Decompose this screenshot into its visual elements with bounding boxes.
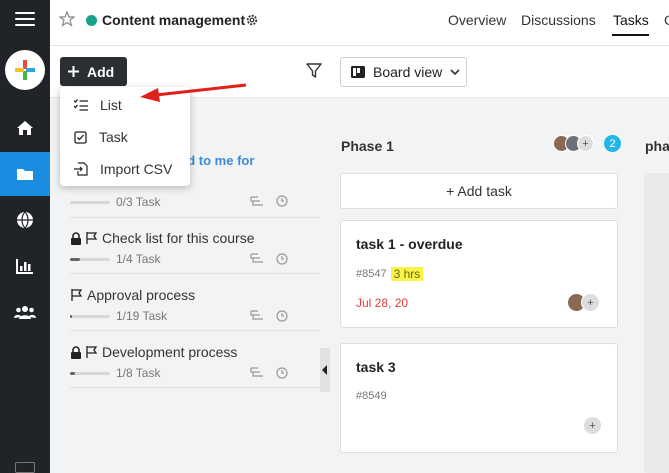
menu-item-label: Task bbox=[99, 129, 128, 145]
menu-item-task[interactable]: Task bbox=[60, 121, 190, 153]
task-count: 0/3 Task bbox=[116, 195, 161, 209]
progress-bar bbox=[70, 257, 110, 261]
list-row[interactable]: Approval process 1/19 Task bbox=[70, 275, 320, 331]
plus-icon bbox=[68, 66, 79, 77]
task-id: #8547 bbox=[356, 268, 387, 280]
add-assignee-icon[interactable]: + bbox=[581, 293, 600, 312]
task-count: 1/8 Task bbox=[116, 366, 161, 380]
phase-members[interactable]: + bbox=[553, 135, 594, 152]
menu-item-label: Import CSV bbox=[100, 161, 173, 177]
reports-chart-icon[interactable] bbox=[0, 244, 50, 288]
lock-icon bbox=[71, 345, 81, 359]
member-count-badge: 2 bbox=[604, 135, 621, 152]
list-title: Approval process bbox=[87, 287, 196, 303]
estimate-badge: 3 hrs bbox=[390, 267, 424, 281]
add-member-icon[interactable]: + bbox=[577, 135, 594, 152]
phase-column-body bbox=[644, 173, 669, 473]
list-row[interactable]: Check list for this course 1/4 Task bbox=[70, 218, 320, 274]
add-button-label: Add bbox=[87, 63, 115, 80]
clock-icon bbox=[276, 367, 288, 379]
flag-icon bbox=[86, 232, 98, 244]
filter-icon[interactable] bbox=[306, 63, 322, 79]
chevron-down-icon bbox=[450, 69, 460, 75]
tab-more[interactable]: C bbox=[664, 12, 669, 28]
list-icon bbox=[74, 99, 88, 111]
list-row[interactable]: Development process 1/8 Task bbox=[70, 332, 320, 388]
hamburger-menu-icon[interactable] bbox=[15, 12, 35, 28]
board-view-select[interactable]: Board view bbox=[340, 57, 467, 87]
add-assignee-icon[interactable]: + bbox=[583, 416, 602, 435]
add-button[interactable]: Add bbox=[60, 57, 127, 86]
project-color-dot bbox=[86, 15, 97, 26]
projects-folder-icon[interactable] bbox=[0, 152, 50, 196]
menu-item-import-csv[interactable]: Import CSV bbox=[60, 153, 190, 185]
menu-item-label: List bbox=[100, 97, 122, 113]
clock-icon bbox=[276, 310, 288, 322]
tab-tasks[interactable]: Tasks bbox=[613, 12, 649, 28]
progress-bar bbox=[70, 314, 110, 318]
flag-icon bbox=[71, 289, 83, 301]
board-view-icon bbox=[351, 66, 365, 78]
project-title: Content management bbox=[102, 12, 246, 28]
globe-icon[interactable] bbox=[0, 198, 50, 242]
favorite-star-icon[interactable] bbox=[59, 11, 75, 27]
clock-icon bbox=[276, 253, 288, 265]
phase-column: Phase 1 + 2 + Add task task 1 - overdue … bbox=[340, 98, 621, 473]
plus-logo-icon bbox=[15, 60, 35, 80]
progress-bar bbox=[70, 371, 110, 375]
import-file-icon bbox=[74, 162, 88, 176]
annotation-arrow-icon bbox=[140, 83, 247, 102]
active-tab-underline bbox=[612, 34, 649, 36]
flag-icon bbox=[86, 346, 98, 358]
settings-gear-icon[interactable] bbox=[245, 13, 259, 27]
subtasks-icon bbox=[250, 196, 263, 206]
task-card[interactable]: task 3 #8549 + bbox=[340, 343, 618, 453]
task-title: task 1 - overdue bbox=[356, 236, 463, 252]
left-rail bbox=[0, 0, 50, 473]
caret-left-icon bbox=[322, 365, 327, 375]
due-date: Jul 28, 20 bbox=[356, 296, 409, 310]
progress-bar bbox=[70, 200, 110, 204]
clock-icon bbox=[276, 195, 288, 207]
phase-title: Phase 1 bbox=[341, 138, 394, 154]
task-id: #8549 bbox=[356, 390, 387, 402]
phase-title: pha bbox=[645, 138, 669, 154]
phase-column-next: pha bbox=[644, 98, 669, 473]
checkbox-icon bbox=[74, 130, 87, 144]
lock-icon bbox=[71, 231, 81, 245]
keyboard-icon[interactable] bbox=[15, 462, 35, 473]
tab-overview[interactable]: Overview bbox=[448, 12, 506, 28]
task-count: 1/19 Task bbox=[116, 309, 168, 323]
subtasks-icon bbox=[250, 310, 263, 320]
tab-discussions[interactable]: Discussions bbox=[521, 12, 596, 28]
people-icon[interactable] bbox=[0, 290, 50, 334]
task-card[interactable]: task 1 - overdue #8547 3 hrs Jul 28, 20 … bbox=[340, 220, 618, 328]
top-bar: Content management Overview Discussions … bbox=[50, 0, 669, 46]
add-task-button[interactable]: + Add task bbox=[340, 173, 618, 209]
app-logo-button[interactable] bbox=[5, 50, 45, 90]
home-icon[interactable] bbox=[0, 106, 50, 150]
list-title: Development process bbox=[102, 344, 238, 360]
assigned-to-me-filter[interactable]: ed to me for bbox=[180, 153, 254, 168]
subtasks-icon bbox=[250, 367, 263, 377]
board-view-label: Board view bbox=[373, 64, 443, 80]
task-title: task 3 bbox=[356, 359, 396, 375]
list-title: Check list for this course bbox=[102, 230, 255, 246]
task-count: 1/4 Task bbox=[116, 252, 161, 266]
collapse-panel-handle[interactable] bbox=[320, 348, 330, 392]
subtasks-icon bbox=[250, 253, 263, 263]
